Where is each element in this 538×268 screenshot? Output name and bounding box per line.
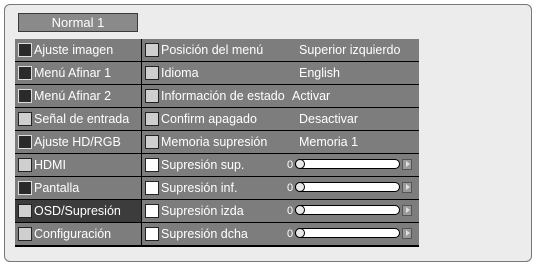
monitor-icon [18, 135, 32, 149]
setting-label: Supresión dcha [161, 227, 248, 241]
menu-grid: Ajuste imagen Menú Afinar 1 Menú Afinar … [15, 39, 419, 247]
settings-icon [18, 227, 32, 241]
setting-row-blank-right[interactable]: Supresión dcha 0 [142, 223, 419, 245]
sidebar-item-ajuste-imagen[interactable]: Ajuste imagen [15, 39, 141, 61]
power-icon [145, 112, 159, 126]
osd-icon [18, 204, 32, 218]
globe-icon [145, 66, 159, 80]
setting-row-language[interactable]: Idioma English [142, 62, 419, 84]
blank-top-icon [145, 158, 159, 172]
sidebar-item-configuracion[interactable]: Configuración [15, 223, 141, 245]
input-signal-icon [18, 112, 32, 126]
sidebar-item-label: Pantalla [34, 181, 80, 195]
slider-value: 0 [287, 228, 294, 240]
sidebar-item-menu-afinar-2[interactable]: Menú Afinar 2 [15, 85, 141, 107]
sidebar-item-hdmi[interactable]: HDMI [15, 154, 141, 176]
slider-knob[interactable] [295, 205, 305, 215]
sidebar-item-osd-supresion[interactable]: OSD/Supresión [15, 200, 141, 222]
status-info-icon [145, 89, 159, 103]
menu-position-icon [145, 43, 159, 57]
blank-right-slider[interactable] [295, 228, 400, 238]
setting-row-blanking-memory[interactable]: Memoria supresión Memoria 1 [142, 131, 419, 153]
sidebar-item-label: Configuración [34, 227, 112, 241]
setting-label: Confirm apagado [161, 112, 257, 126]
setting-value[interactable]: Superior izquierdo [299, 39, 400, 61]
setting-label: Supresión inf. [161, 181, 238, 195]
setting-value[interactable]: Memoria 1 [299, 131, 358, 153]
slider-knob[interactable] [295, 182, 305, 192]
blanking-memory-icon [145, 135, 159, 149]
setting-label: Memoria supresión [161, 135, 268, 149]
hdmi-icon [18, 158, 32, 172]
setting-row-blank-top[interactable]: Supresión sup. 0 [142, 154, 419, 176]
picture-adjust-icon [18, 43, 32, 57]
slider-value: 0 [287, 205, 294, 217]
settings-panel: Posición del menú Superior izquierdo Idi… [142, 39, 419, 246]
sidebar-item-pantalla[interactable]: Pantalla [15, 177, 141, 199]
setting-label: Posición del menú [161, 43, 264, 57]
setting-row-status-info[interactable]: Información de estado Activar [142, 85, 419, 107]
blank-bottom-slider[interactable] [295, 182, 400, 192]
blank-bottom-icon [145, 181, 159, 195]
setting-label: Supresión izda [161, 204, 244, 218]
fine-tune-icon [18, 66, 32, 80]
slider-value: 0 [287, 159, 294, 171]
setting-value[interactable]: English [299, 62, 340, 84]
sidebar-item-label: Ajuste HD/RGB [34, 135, 121, 149]
sidebar-item-label: OSD/Supresión [34, 204, 121, 218]
increase-arrow-icon[interactable] [402, 159, 412, 170]
slider-knob[interactable] [295, 228, 305, 238]
sidebar: Ajuste imagen Menú Afinar 1 Menú Afinar … [15, 39, 141, 246]
sidebar-item-label: Menú Afinar 2 [34, 89, 112, 103]
blank-left-slider[interactable] [295, 205, 400, 215]
slider-value: 0 [287, 182, 294, 194]
increase-arrow-icon[interactable] [402, 228, 412, 239]
fine-tune-icon [18, 89, 32, 103]
blank-top-slider[interactable] [295, 159, 400, 169]
setting-row-menu-position[interactable]: Posición del menú Superior izquierdo [142, 39, 419, 61]
setting-value[interactable]: Activar [292, 85, 330, 107]
sidebar-item-label: Ajuste imagen [34, 43, 114, 57]
increase-arrow-icon[interactable] [402, 182, 412, 193]
sidebar-item-label: Señal de entrada [34, 112, 130, 126]
sidebar-item-label: HDMI [34, 158, 66, 172]
screen-icon [18, 181, 32, 195]
sidebar-item-senal-de-entrada[interactable]: Señal de entrada [15, 108, 141, 130]
setting-label: Idioma [161, 66, 199, 80]
slider-knob[interactable] [295, 159, 305, 169]
increase-arrow-icon[interactable] [402, 205, 412, 216]
setting-value[interactable]: Desactivar [299, 108, 358, 130]
osd-menu-window: Normal 1 Ajuste imagen Menú Afinar 1 Men… [4, 4, 532, 262]
sidebar-item-label: Menú Afinar 1 [34, 66, 112, 80]
setting-label: Supresión sup. [161, 158, 245, 172]
setting-label: Información de estado [161, 89, 285, 103]
sidebar-item-ajuste-hd-rgb[interactable]: Ajuste HD/RGB [15, 131, 141, 153]
preset-tab[interactable]: Normal 1 [18, 13, 138, 32]
setting-row-blank-bottom[interactable]: Supresión inf. 0 [142, 177, 419, 199]
blank-left-icon [145, 204, 159, 218]
sidebar-item-menu-afinar-1[interactable]: Menú Afinar 1 [15, 62, 141, 84]
setting-row-confirm-off[interactable]: Confirm apagado Desactivar [142, 108, 419, 130]
blank-right-icon [145, 227, 159, 241]
setting-row-blank-left[interactable]: Supresión izda 0 [142, 200, 419, 222]
